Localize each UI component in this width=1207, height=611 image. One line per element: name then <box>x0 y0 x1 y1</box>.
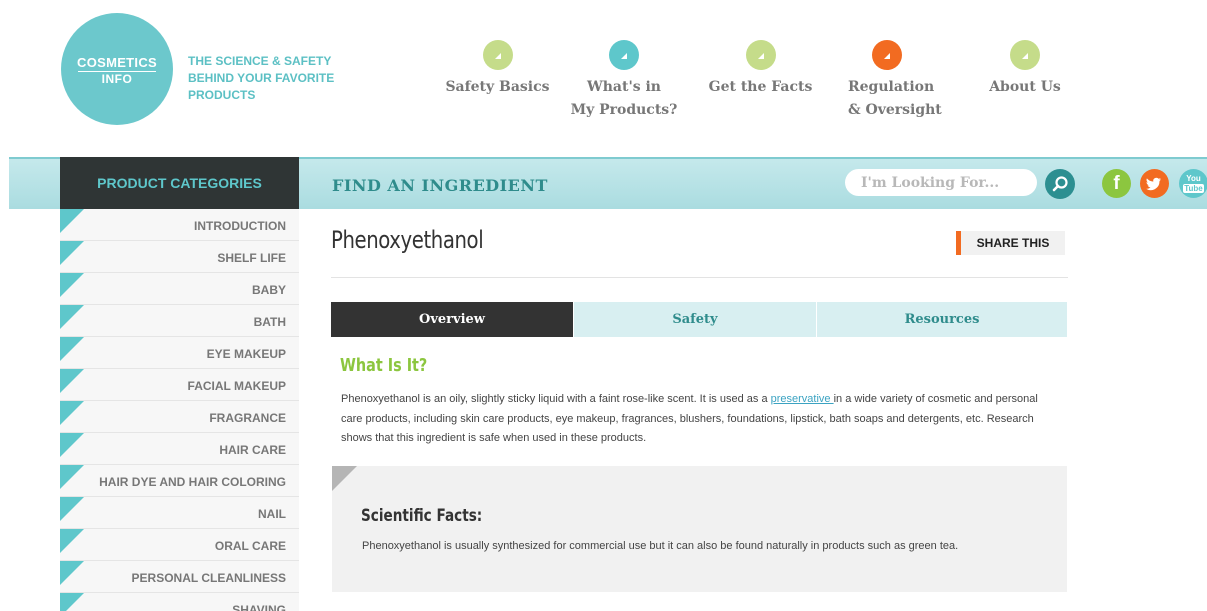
corner-triangle-icon <box>60 465 84 489</box>
nav-label: Regulation <box>848 79 935 95</box>
nav-label: Safety Basics <box>445 79 550 95</box>
corner-triangle-icon <box>332 466 357 491</box>
sidebar-item-label: SHELF LIFE <box>217 251 286 265</box>
sidebar-item-oral-care[interactable]: ORAL CARE <box>60 529 299 561</box>
sidebar-item-label: HAIR DYE AND HAIR COLORING <box>99 475 286 489</box>
youtube-glyph-bottom: Tube <box>1183 184 1204 193</box>
youtube-icon[interactable]: You Tube <box>1179 169 1207 198</box>
nav-dot-icon <box>482 40 513 70</box>
sidebar-item-bath[interactable]: BATH <box>60 305 299 337</box>
scientific-facts-text: Phenoxyethanol is usually synthesized fo… <box>362 540 959 552</box>
tab-overview[interactable]: Overview <box>331 302 573 337</box>
sidebar-item-label: HAIR CARE <box>219 443 286 457</box>
sidebar-item-eye-makeup[interactable]: EYE MAKEUP <box>60 337 299 369</box>
sidebar-item-label: BATH <box>253 315 286 329</box>
product-categories-sidebar: INTRODUCTION SHELF LIFE BABY BATH EYE MA… <box>60 209 299 611</box>
corner-triangle-icon <box>60 241 84 265</box>
nav-safety-basics[interactable]: Safety Basics <box>440 40 555 99</box>
corner-triangle-icon <box>60 529 84 553</box>
corner-triangle-icon <box>60 209 84 233</box>
logo-text-info: INFO <box>101 72 133 86</box>
sidebar-item-label: BABY <box>251 283 286 297</box>
nav-regulation-oversight[interactable]: Regulation & Oversight <box>838 40 943 122</box>
facebook-icon[interactable]: f <box>1102 169 1131 198</box>
scientific-facts-heading: Scientific Facts: <box>361 506 483 526</box>
nav-dot-icon <box>1010 40 1040 70</box>
description-text: Phenoxyethanol is an oily, slightly stic… <box>341 393 771 405</box>
corner-triangle-icon <box>60 497 84 521</box>
corner-triangle-icon <box>60 593 84 611</box>
tab-safety[interactable]: Safety <box>574 302 816 337</box>
preservative-link[interactable]: preservative <box>771 393 834 405</box>
sidebar-item-label: INTRODUCTION <box>194 219 286 233</box>
nav-label: What's in <box>587 79 661 95</box>
sidebar-item-hair-dye[interactable]: HAIR DYE AND HAIR COLORING <box>60 465 299 497</box>
corner-triangle-icon <box>60 401 84 425</box>
corner-triangle-icon <box>60 369 84 393</box>
sidebar-item-facial-makeup[interactable]: FACIAL MAKEUP <box>60 369 299 401</box>
twitter-icon[interactable] <box>1140 169 1169 198</box>
sidebar-item-hair-care[interactable]: HAIR CARE <box>60 433 299 465</box>
product-categories-header: PRODUCT CATEGORIES <box>60 157 299 209</box>
sidebar-item-label: PERSONAL CLEANLINESS <box>131 571 286 585</box>
corner-triangle-icon <box>60 337 84 361</box>
sidebar-item-introduction[interactable]: INTRODUCTION <box>60 209 299 241</box>
nav-dot-icon <box>609 40 639 70</box>
sidebar-item-label: FACIAL MAKEUP <box>187 379 286 393</box>
site-logo[interactable]: COSMETICS INFO <box>61 13 173 125</box>
facebook-glyph: f <box>1113 173 1120 194</box>
nav-label: About Us <box>989 79 1061 95</box>
page-title: Phenoxyethanol <box>331 226 484 254</box>
corner-triangle-icon <box>60 273 84 297</box>
search-icon <box>1052 176 1068 192</box>
search-button[interactable] <box>1045 169 1075 199</box>
corner-triangle-icon <box>60 305 84 329</box>
title-divider <box>331 277 1068 278</box>
nav-about-us[interactable]: About Us <box>975 40 1075 99</box>
nav-get-the-facts[interactable]: Get the Facts <box>703 40 818 99</box>
sidebar-item-shelf-life[interactable]: SHELF LIFE <box>60 241 299 273</box>
site-tagline: THE SCIENCE & SAFETY BEHIND YOUR FAVORIT… <box>188 54 335 102</box>
what-is-it-heading: What Is It? <box>340 355 428 376</box>
nav-dot-icon <box>872 40 902 70</box>
corner-triangle-icon <box>60 433 84 457</box>
sidebar-item-baby[interactable]: BABY <box>60 273 299 305</box>
sidebar-item-label: EYE MAKEUP <box>206 347 286 361</box>
sidebar-item-label: FRAGRANCE <box>209 411 286 425</box>
sidebar-item-fragrance[interactable]: FRAGRANCE <box>60 401 299 433</box>
twitter-bird-icon <box>1146 177 1161 191</box>
nav-dot-icon <box>745 40 776 70</box>
sidebar-item-label: SHAVING <box>232 603 286 611</box>
sidebar-item-personal-cleanliness[interactable]: PERSONAL CLEANLINESS <box>60 561 299 593</box>
sidebar-item-nail[interactable]: NAIL <box>60 497 299 529</box>
nav-label: Get the Facts <box>708 79 813 95</box>
nav-label-line2: My Products? <box>570 102 678 118</box>
logo-text-cosmetics: COSMETICS <box>77 55 157 70</box>
find-ingredient-title: FIND AN INGREDIENT <box>332 176 548 195</box>
share-button[interactable]: SHARE THIS <box>956 231 1065 255</box>
nav-whats-in-my-products[interactable]: What's in My Products? <box>565 40 683 122</box>
tab-resources[interactable]: Resources <box>817 302 1067 337</box>
nav-label-line2: & Oversight <box>848 102 942 118</box>
sidebar-item-label: ORAL CARE <box>214 539 286 553</box>
sidebar-item-shaving[interactable]: SHAVING <box>60 593 299 611</box>
scientific-facts-box <box>332 466 1067 592</box>
sidebar-item-label: NAIL <box>258 507 286 521</box>
ingredient-search-input[interactable] <box>845 169 1037 196</box>
youtube-glyph-top: You <box>1186 174 1201 183</box>
ingredient-description: Phenoxyethanol is an oily, slightly stic… <box>341 390 1061 449</box>
corner-triangle-icon <box>60 561 84 585</box>
